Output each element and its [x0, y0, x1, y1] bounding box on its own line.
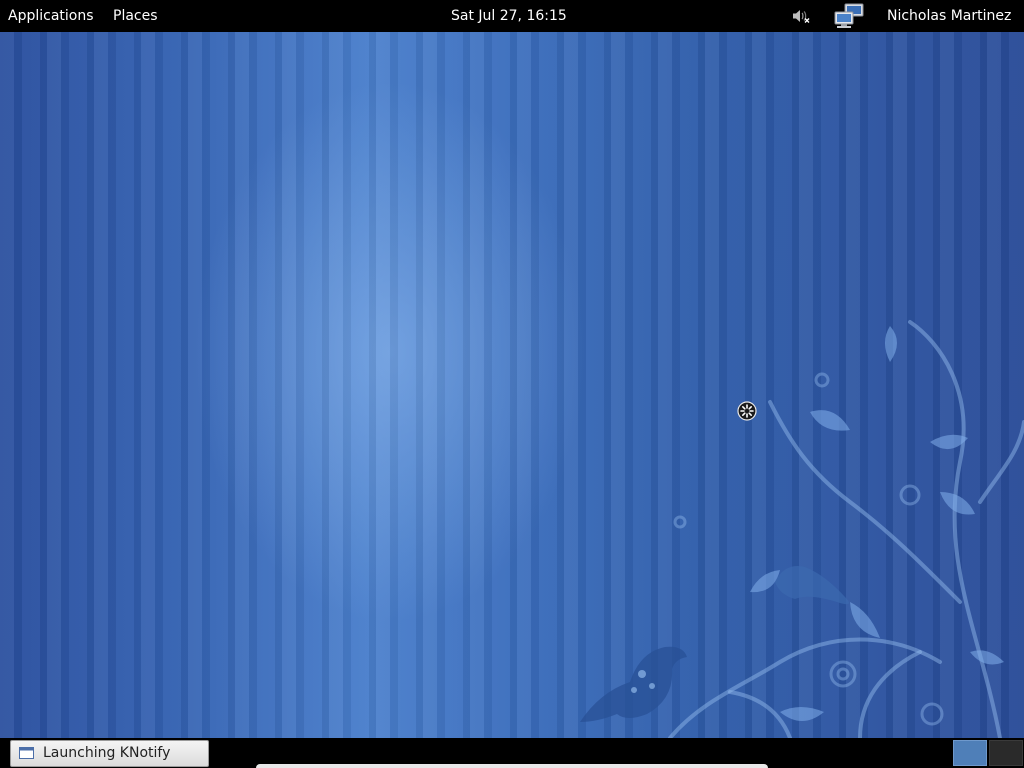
workspace-switcher	[952, 740, 1024, 766]
taskbar-item-label: Launching KNotify	[43, 745, 171, 761]
volume-muted-icon[interactable]	[792, 9, 810, 23]
taskbar-item-knotify[interactable]: Launching KNotify	[10, 740, 209, 767]
applications-menu[interactable]: Applications	[8, 0, 94, 32]
workspace-2[interactable]	[989, 740, 1023, 766]
user-menu[interactable]: Nicholas Martinez	[887, 0, 1019, 32]
panel-edge-highlight	[256, 764, 768, 768]
wallpaper-vines-and-birds	[580, 320, 1024, 738]
network-computers-icon[interactable]	[833, 3, 865, 29]
busy-cursor-icon	[737, 401, 757, 421]
places-menu[interactable]: Places	[113, 0, 158, 32]
workspace-1[interactable]	[953, 740, 987, 766]
top-panel: Applications Places Sat Jul 27, 16:15 Ni…	[0, 0, 1024, 32]
desktop[interactable]	[0, 32, 1024, 738]
window-icon	[19, 747, 34, 759]
clock[interactable]: Sat Jul 27, 16:15	[451, 0, 573, 32]
